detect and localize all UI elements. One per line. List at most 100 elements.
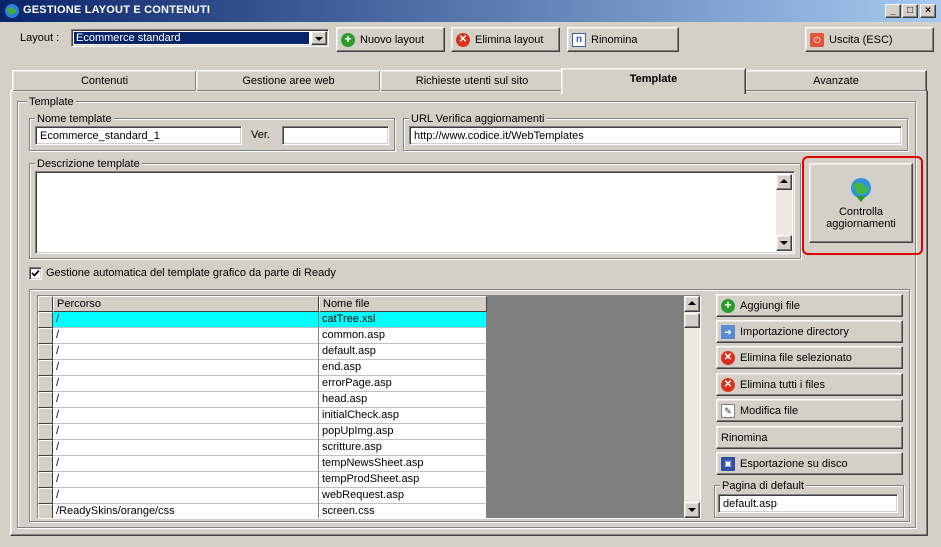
plus-icon: + [341,32,355,47]
cell-percorso[interactable]: / [53,456,319,472]
delete-icon: ✕ [721,350,735,365]
row-indicator[interactable] [38,344,53,360]
row-indicator[interactable] [38,328,53,344]
tab-avanzate[interactable]: Avanzate [745,70,927,91]
row-indicator[interactable] [38,472,53,488]
cell-nome-file[interactable]: initialCheck.asp [319,408,487,424]
cell-nome-file[interactable]: tempNewsSheet.asp [319,456,487,472]
cell-percorso[interactable]: / [53,360,319,376]
scroll-down-icon[interactable] [776,235,792,251]
tab-richieste-utenti[interactable]: Richieste utenti sul sito [380,70,564,91]
scroll-up-icon[interactable] [776,174,792,190]
row-indicator[interactable] [38,456,53,472]
table-row[interactable]: / errorPage.asp [38,376,487,392]
row-indicator[interactable] [38,392,53,408]
cell-nome-file[interactable]: errorPage.asp [319,376,487,392]
column-header-percorso[interactable]: Percorso [53,296,319,312]
rename-file-button[interactable]: Rinomina [716,426,903,449]
new-layout-button[interactable]: + Nuovo layout [336,27,445,52]
scroll-up-icon[interactable] [684,296,700,312]
description-scrollbar[interactable] [776,174,792,251]
table-row[interactable]: / initialCheck.asp [38,408,487,424]
checkmark-icon [31,269,40,277]
column-header-nome-file[interactable]: Nome file [319,296,487,312]
cell-nome-file[interactable]: default.asp [319,344,487,360]
cell-percorso[interactable]: / [53,440,319,456]
close-button[interactable]: × [920,4,936,18]
table-row[interactable]: / tempNewsSheet.asp [38,456,487,472]
layout-select[interactable]: Ecommerce standard [71,29,329,47]
row-indicator[interactable] [38,488,53,504]
url-group-label: URL Verifica aggiornamenti [409,113,547,125]
cell-percorso[interactable]: / [53,488,319,504]
exit-button[interactable]: ⏻ Uscita (ESC) [805,27,934,52]
minimize-button[interactable]: _ [885,4,901,18]
cell-nome-file[interactable]: scritture.asp [319,440,487,456]
table-row[interactable]: / catTree.xsl [38,312,487,328]
table-row[interactable]: / popUpImg.asp [38,424,487,440]
cell-nome-file[interactable]: popUpImg.asp [319,424,487,440]
row-indicator[interactable] [38,504,53,518]
scroll-down-icon[interactable] [684,502,700,518]
delete-layout-button[interactable]: ✕ Elimina layout [451,27,560,52]
url-input[interactable]: http://www.codice.it/WebTemplates [409,126,902,145]
tab-gestione-aree-web[interactable]: Gestione aree web [196,70,381,91]
check-updates-button[interactable]: Controlla aggiornamenti [809,163,913,243]
table-row[interactable]: / tempProdSheet.asp [38,472,487,488]
row-indicator[interactable] [38,376,53,392]
template-name-input[interactable]: Ecommerce_standard_1 [35,126,242,145]
auto-manage-label: Gestione automatica del template grafico… [46,267,336,279]
scroll-thumb[interactable] [684,313,700,328]
row-indicator[interactable] [38,408,53,424]
cell-percorso[interactable]: / [53,392,319,408]
table-row[interactable]: /ReadySkins/orange/css screen.css [38,504,487,518]
row-indicator[interactable] [38,424,53,440]
title-bar: GESTIONE LAYOUT E CONTENUTI _ □ × [0,0,941,22]
table-row[interactable]: / default.asp [38,344,487,360]
row-indicator[interactable] [38,312,53,328]
table-row[interactable]: / common.asp [38,328,487,344]
version-input[interactable] [282,126,389,145]
import-directory-button[interactable]: ➜ Importazione directory [716,320,903,343]
cell-nome-file[interactable]: tempProdSheet.asp [319,472,487,488]
rename-layout-button[interactable]: n Rinomina [567,27,679,52]
layout-select-value: Ecommerce standard [74,32,309,44]
table-row[interactable]: / webRequest.asp [38,488,487,504]
tab-template[interactable]: Template [561,68,746,94]
grid-scrollbar[interactable] [684,296,700,518]
cell-nome-file[interactable]: catTree.xsl [319,312,487,328]
export-to-disk-button[interactable]: ▣ Esportazione su disco [716,452,903,475]
table-row[interactable]: / head.asp [38,392,487,408]
cell-percorso[interactable]: / [53,408,319,424]
cell-nome-file[interactable]: head.asp [319,392,487,408]
cell-percorso[interactable]: / [53,424,319,440]
default-page-input[interactable]: default.asp [718,494,898,513]
delete-icon: ✕ [721,377,735,392]
maximize-button[interactable]: □ [902,4,918,18]
chevron-down-icon[interactable] [311,31,327,45]
cell-percorso[interactable]: / [53,376,319,392]
cell-percorso[interactable]: / [53,344,319,360]
add-file-button[interactable]: + Aggiungi file [716,294,903,317]
delete-selected-file-button[interactable]: ✕ Elimina file selezionato [716,346,903,369]
table-row[interactable]: / end.asp [38,360,487,376]
files-grid[interactable]: Percorso Nome file / catTree.xsl / common.a… [37,295,701,519]
description-textarea[interactable] [35,171,795,254]
plus-icon: + [721,298,735,313]
cell-percorso[interactable]: / [53,328,319,344]
row-indicator[interactable] [38,440,53,456]
edit-file-button[interactable]: ✎ Modifica file [716,399,903,422]
cell-percorso[interactable]: / [53,312,319,328]
table-row[interactable]: / scritture.asp [38,440,487,456]
cell-percorso[interactable]: / [53,472,319,488]
cell-nome-file[interactable]: screen.css [319,504,487,518]
row-indicator[interactable] [38,360,53,376]
delete-all-files-button[interactable]: ✕ Elimina tutti i files [716,373,903,396]
cell-percorso[interactable]: /ReadySkins/orange/css [53,504,319,518]
tab-contenuti[interactable]: Contenuti [12,70,197,91]
cell-nome-file[interactable]: webRequest.asp [319,488,487,504]
cell-nome-file[interactable]: end.asp [319,360,487,376]
cell-nome-file[interactable]: common.asp [319,328,487,344]
globe-download-icon [847,176,875,204]
auto-manage-checkbox[interactable] [29,267,42,280]
